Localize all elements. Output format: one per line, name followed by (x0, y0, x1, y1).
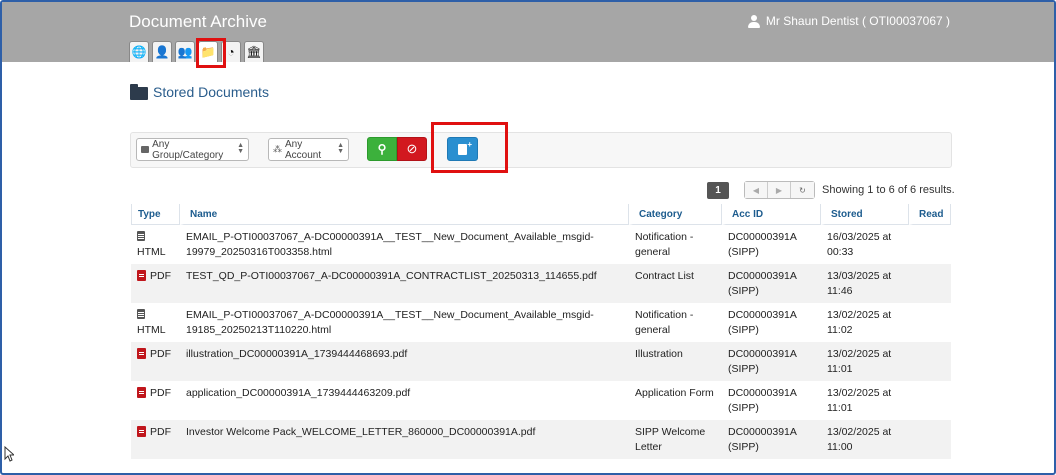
folder-small-icon (141, 146, 150, 153)
next-page-icon[interactable]: ▶ (768, 182, 791, 198)
cell-read (909, 225, 951, 264)
file-pdf-icon (137, 387, 146, 398)
cell-acc-id: DC00000391A (SIPP) (728, 309, 797, 336)
filter-bar: Any Group/Category ▲ ▼ ⁂ Any Account ▲ ▼ ⚲… (130, 132, 952, 168)
tab-users[interactable]: 👥 (175, 41, 195, 62)
cell-type: PDF (131, 264, 180, 303)
cell-type: PDF (131, 342, 180, 381)
cell-read (909, 264, 951, 303)
cell-stored: 16/03/2025 at 00:33 (827, 231, 892, 258)
clear-filter-button[interactable]: ⊘ (397, 137, 427, 161)
header-bar: Document Archive Mr Shaun Dentist ( OTI0… (2, 2, 1054, 62)
col-acc-id[interactable]: Acc ID (722, 204, 821, 225)
cell-category: Illustration (629, 342, 722, 381)
documents-table: Type Name Category Acc ID Stored Read HT… (131, 204, 951, 459)
contact-card-icon: 👤 (154, 45, 170, 59)
cell-category: Application Form (635, 387, 714, 399)
highlight-documents-tab (196, 38, 226, 68)
cell-name[interactable]: EMAIL_P-OTI00037067_A-DC00000391A__TEST_… (180, 303, 629, 342)
table-row[interactable]: PDF Investor Welcome Pack_WELCOME_LETTER… (131, 420, 951, 459)
cell-read (909, 342, 951, 381)
pie-chart-icon: ◔ (227, 45, 235, 59)
col-read[interactable]: Read (909, 204, 951, 225)
table-row[interactable]: HTML EMAIL_P-OTI00037067_A-DC00000391A__… (131, 303, 951, 342)
bank-icon: 🏛 (246, 45, 262, 59)
results-count: Showing 1 to 6 of 6 results. (822, 184, 955, 196)
page-number-current[interactable]: 1 (707, 181, 729, 199)
cell-category: SIPP Welcome Letter (629, 420, 722, 459)
highlight-new-document (431, 122, 508, 173)
table-row[interactable]: PDF TEST_QD_P-OTI00037067_A-DC00000391A_… (131, 264, 951, 303)
user-name: Mr Shaun Dentist ( OTI00037067 ) (765, 14, 950, 28)
group-category-select[interactable]: Any Group/Category ▲ ▼ (136, 138, 249, 161)
cell-name[interactable]: illustration_DC00000391A_1739444468693.p… (180, 342, 629, 381)
globe-icon: 🌐 (131, 45, 147, 59)
cell-stored: 13/02/2025 at 11:02 (827, 309, 892, 336)
col-type[interactable]: Type (131, 204, 180, 225)
app-window: Document Archive Mr Shaun Dentist ( OTI0… (0, 0, 1056, 475)
file-text-icon (137, 231, 145, 241)
tab-globe[interactable]: 🌐 (129, 41, 149, 62)
cell-type: HTML (131, 225, 180, 264)
table-header-row: Type Name Category Acc ID Stored Read (131, 204, 951, 225)
table-row[interactable]: HTML EMAIL_P-OTI00037067_A-DC00000391A__… (131, 225, 951, 264)
user-icon (747, 14, 760, 28)
mouse-cursor-icon (4, 446, 14, 462)
cell-stored: 13/03/2025 at 11:46 (821, 264, 909, 303)
cell-name[interactable]: TEST_QD_P-OTI00037067_A-DC00000391A_CONT… (180, 264, 629, 303)
account-select[interactable]: ⁂ Any Account ▲ ▼ (268, 138, 349, 161)
cell-name[interactable]: Investor Welcome Pack_WELCOME_LETTER_860… (180, 420, 629, 459)
ban-icon: ⊘ (406, 141, 418, 156)
cell-type: PDF (131, 381, 180, 420)
search-icon: ⚲ (377, 142, 387, 156)
select-arrows-icon: ▲ ▼ (237, 142, 244, 155)
cell-stored: 13/02/2025 at 11:01 (821, 342, 909, 381)
table-row[interactable]: PDF application_DC00000391A_173944446320… (131, 381, 951, 420)
col-name[interactable]: Name (180, 204, 629, 225)
cell-acc-id: DC00000391A (SIPP) (722, 420, 821, 459)
group-category-value: Any Group/Category (152, 138, 224, 161)
tab-contact[interactable]: 👤 (152, 41, 172, 62)
prev-page-icon[interactable]: ◀ (745, 182, 768, 198)
cell-read (909, 381, 951, 420)
cell-acc-id: DC00000391A (SIPP) (728, 231, 797, 258)
user-info[interactable]: Mr Shaun Dentist ( OTI00037067 ) (747, 14, 950, 28)
cell-read (909, 303, 951, 342)
cell-stored: 13/02/2025 at 11:01 (827, 387, 892, 414)
account-value: Any Account (285, 138, 322, 161)
cell-read (909, 420, 951, 459)
cell-category: Notification - general (635, 309, 694, 336)
folder-open-icon (130, 84, 148, 100)
pager-controls: ◀ ▶ ↻ (744, 181, 815, 199)
search-button[interactable]: ⚲ (367, 137, 397, 161)
file-pdf-icon (137, 426, 146, 437)
cell-category: Notification - general (635, 231, 694, 258)
col-stored[interactable]: Stored (821, 204, 909, 225)
cell-stored: 13/02/2025 at 11:00 (821, 420, 909, 459)
select-arrows-icon: ▲ ▼ (337, 142, 344, 155)
col-category[interactable]: Category (629, 204, 722, 225)
refresh-icon[interactable]: ↻ (791, 182, 814, 198)
cell-category: Contract List (629, 264, 722, 303)
app-title: Document Archive (129, 12, 267, 31)
file-pdf-icon (137, 348, 146, 359)
table-row[interactable]: PDF illustration_DC00000391A_17394444686… (131, 342, 951, 381)
cell-acc-id: DC00000391A (SIPP) (728, 387, 797, 414)
cell-acc-id: DC00000391A (SIPP) (722, 342, 821, 381)
user-add-icon: 👥 (177, 45, 193, 59)
cell-name[interactable]: EMAIL_P-OTI00037067_A-DC00000391A__TEST_… (180, 225, 629, 264)
page-title-text: Stored Documents (153, 84, 269, 100)
cell-type: PDF (131, 420, 180, 459)
file-text-icon (137, 309, 145, 319)
tab-bank[interactable]: 🏛 (244, 41, 264, 62)
cell-type: HTML (131, 303, 180, 342)
file-pdf-icon (137, 270, 146, 281)
cell-name[interactable]: application_DC00000391A_1739444463209.pd… (180, 381, 629, 420)
pagination: 1 ◀ ▶ ↻ Showing 1 to 6 of 6 results. (707, 181, 955, 199)
cell-acc-id: DC00000391A (SIPP) (722, 264, 821, 303)
page-title: Stored Documents (130, 84, 269, 100)
accounts-icon: ⁂ (273, 144, 282, 154)
